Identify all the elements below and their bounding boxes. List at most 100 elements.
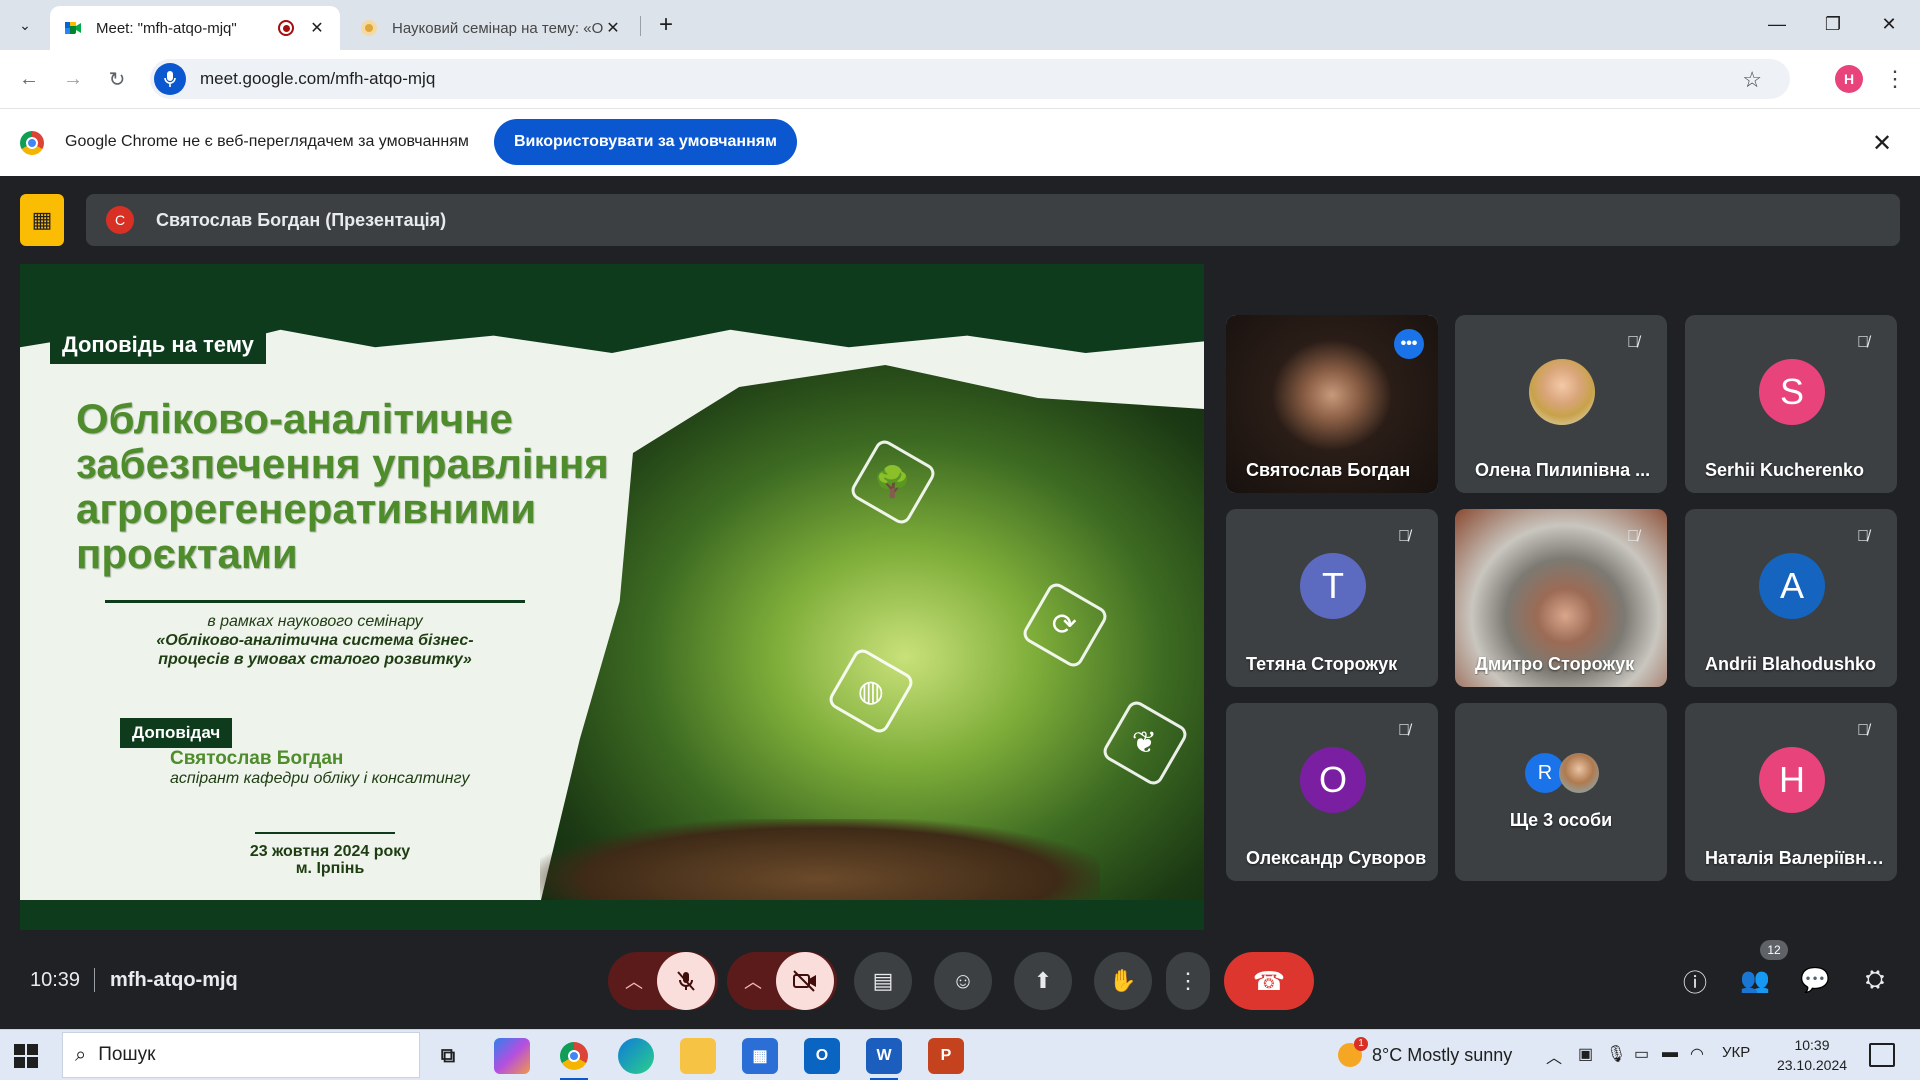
windows-start-icon[interactable] — [14, 1044, 38, 1068]
bookmark-star-icon[interactable]: ☆ — [1742, 67, 1762, 93]
close-infobar-icon[interactable]: ✕ — [1872, 129, 1892, 158]
address-bar[interactable]: meet.google.com/mfh-atqo-mjq ☆ — [150, 59, 1790, 99]
camera-off-button[interactable] — [776, 952, 834, 1010]
forward-arrow-icon[interactable]: → — [58, 64, 88, 94]
mic-off-icon: 🎙̸ — [1627, 528, 1639, 545]
seminar-title-line: «Обліково-аналітична система бізнес- — [156, 632, 474, 649]
participant-avatar: A — [1759, 553, 1825, 619]
chrome-menu-icon[interactable]: ⋮ — [1880, 64, 1910, 94]
powerpoint-icon[interactable]: P — [928, 1038, 964, 1074]
page-favicon-icon — [361, 20, 377, 36]
chrome-taskbar-icon[interactable] — [556, 1038, 592, 1080]
captions-icon: ▤ — [872, 968, 894, 993]
participant-avatar: H — [1759, 747, 1825, 813]
input-language[interactable]: УКР — [1722, 1044, 1750, 1061]
participant-initial: R — [1537, 761, 1553, 784]
taskbar-search[interactable]: ⌕ Пошук — [62, 1032, 420, 1078]
browser-tab-bar: ⌄ Meet: "mfh-atqo-mjq" ✕ Науковий семіна… — [0, 0, 1920, 50]
profile-avatar[interactable]: H — [1835, 65, 1863, 93]
participant-initial: A — [1779, 565, 1804, 606]
presentation-icon[interactable]: ▦ — [20, 194, 64, 246]
set-default-button[interactable]: Використовувати за умовчанням — [494, 119, 797, 165]
close-tab-icon[interactable]: ✕ — [308, 18, 326, 38]
people-icon[interactable]: 👥 — [1735, 960, 1775, 1000]
more-vert-icon: ⋮ — [1177, 968, 1199, 993]
participant-tile[interactable]: ••• Святослав Богдан — [1226, 315, 1438, 493]
reactions-button[interactable]: ☺ — [934, 952, 992, 1010]
infobar-message: Google Chrome не є веб-переглядачем за у… — [65, 133, 469, 150]
participant-tile[interactable]: 🎙̸ Дмитро Сторожук — [1455, 509, 1667, 687]
mic-off-icon: 🎙̸ — [1627, 334, 1639, 351]
tab-separator — [640, 16, 641, 36]
activities-icon[interactable]: ⛭ — [1855, 960, 1895, 1000]
present-screen-button[interactable]: ⬆ — [1014, 952, 1072, 1010]
more-participants-label: Ще 3 особи — [1509, 810, 1613, 830]
presentation-slide: 🌳 ⟳ ◍ ❦ Доповідь на тему Обліково-аналіт… — [20, 264, 1204, 930]
display-tray-icon[interactable]: ▭ — [1634, 1044, 1649, 1064]
close-tab-icon[interactable]: ✕ — [604, 18, 622, 38]
battery-icon[interactable]: ▬ — [1662, 1044, 1678, 1062]
mic-off-button[interactable] — [657, 952, 715, 1010]
more-options-icon[interactable]: ••• — [1394, 329, 1424, 359]
tab-seminar[interactable]: Науковий семінар на тему: «О ✕ — [346, 6, 636, 50]
chrome-logo-icon — [560, 1042, 588, 1070]
microphone-in-use-icon[interactable] — [154, 63, 186, 95]
tab-search-chevron-icon[interactable]: ⌄ — [12, 12, 38, 38]
participant-name: Святослав Богдан — [1246, 460, 1411, 480]
participant-name: Олександр Суворов — [1246, 848, 1427, 868]
speaker-role: аспірант кафедри обліку і консалтингу — [170, 770, 470, 787]
more-options-button[interactable]: ⋮ — [1166, 952, 1210, 1010]
search-icon: ⌕ — [75, 1043, 87, 1066]
participant-tile[interactable]: T 🎙̸ Тетяна Сторожук — [1226, 509, 1438, 687]
participant-group-tile[interactable]: R Ще 3 особи — [1455, 703, 1667, 881]
microphone-tray-icon[interactable]: 🎙 — [1606, 1044, 1626, 1064]
participant-tile[interactable]: S 🎙̸ Serhii Kucherenko — [1685, 315, 1897, 493]
close-window-icon[interactable]: ✕ — [1866, 8, 1912, 40]
restore-icon[interactable]: ❐ — [1810, 8, 1856, 40]
weather-widget[interactable]: 8°C Mostly sunny — [1338, 1037, 1513, 1067]
tab-meet[interactable]: Meet: "mfh-atqo-mjq" ✕ — [50, 6, 340, 50]
seminar-intro: в рамках наукового семінару — [207, 613, 423, 630]
notifications-icon[interactable] — [1869, 1043, 1895, 1067]
captions-button[interactable]: ▤ — [854, 952, 912, 1010]
participant-tile[interactable]: A 🎙̸ Andrii Blahodushko — [1685, 509, 1897, 687]
tab-title: Meet: "mfh-atqo-mjq" — [96, 19, 237, 37]
reload-icon[interactable]: ↻ — [102, 64, 132, 94]
file-explorer-icon[interactable] — [680, 1038, 716, 1074]
wifi-icon[interactable]: ◠ — [1690, 1044, 1704, 1064]
word-icon[interactable]: W — [866, 1038, 902, 1080]
leave-call-button[interactable]: ☎ — [1224, 952, 1314, 1010]
chat-icon[interactable]: 💬 — [1795, 960, 1835, 1000]
back-arrow-icon[interactable]: ← — [14, 64, 44, 94]
task-view-icon[interactable]: ⧉ — [430, 1038, 466, 1074]
tab-title: Науковий семінар на тему: «О — [392, 19, 604, 37]
meet-tray-icon[interactable]: ▣ — [1578, 1044, 1593, 1064]
raise-hand-button[interactable]: ✋ — [1094, 952, 1152, 1010]
default-browser-infobar: Google Chrome не є веб-переглядачем за у… — [0, 108, 1920, 176]
hang-up-icon: ☎ — [1252, 965, 1286, 996]
new-tab-plus-icon[interactable]: + — [652, 11, 680, 39]
outlook-icon[interactable]: O — [804, 1038, 840, 1074]
url-text: meet.google.com/mfh-atqo-mjq — [200, 69, 436, 88]
slide-title-line: Обліково-аналітичне — [76, 395, 513, 442]
video-options-chevron-icon[interactable]: ︿ — [730, 968, 776, 994]
meeting-info-icon[interactable]: ⓘ — [1675, 960, 1715, 1000]
seminar-title-line: процесів в умовах сталого розвитку» — [158, 651, 472, 668]
mic-off-icon: 🎙̸ — [1857, 528, 1869, 545]
microsoft-store-icon[interactable]: ▦ — [742, 1038, 778, 1074]
show-hidden-icons-icon[interactable]: ︿ — [1546, 1044, 1562, 1068]
audio-options-chevron-icon[interactable]: ︿ — [611, 968, 657, 994]
participant-tile[interactable]: 🎙̸ Олена Пилипівна ... — [1455, 315, 1667, 493]
participant-name: Serhii Kucherenko — [1705, 460, 1865, 480]
edge-icon[interactable] — [618, 1038, 654, 1074]
participant-tile[interactable]: O 🎙̸ Олександр Суворов — [1226, 703, 1438, 881]
weather-text: 8°C Mostly sunny — [1372, 1044, 1513, 1065]
participant-name: Олена Пилипівна ... — [1475, 460, 1651, 480]
system-clock[interactable]: 10:39 23.10.2024 — [1771, 1035, 1853, 1075]
participant-name: Тетяна Сторожук — [1246, 654, 1398, 674]
minimize-icon[interactable]: — — [1754, 8, 1800, 40]
participant-tile[interactable]: H 🎙̸ Наталія Валеріївна... — [1685, 703, 1897, 881]
participant-initial: S — [1779, 371, 1804, 412]
copilot-icon[interactable] — [494, 1038, 530, 1074]
participant-initial: T — [1322, 565, 1344, 606]
